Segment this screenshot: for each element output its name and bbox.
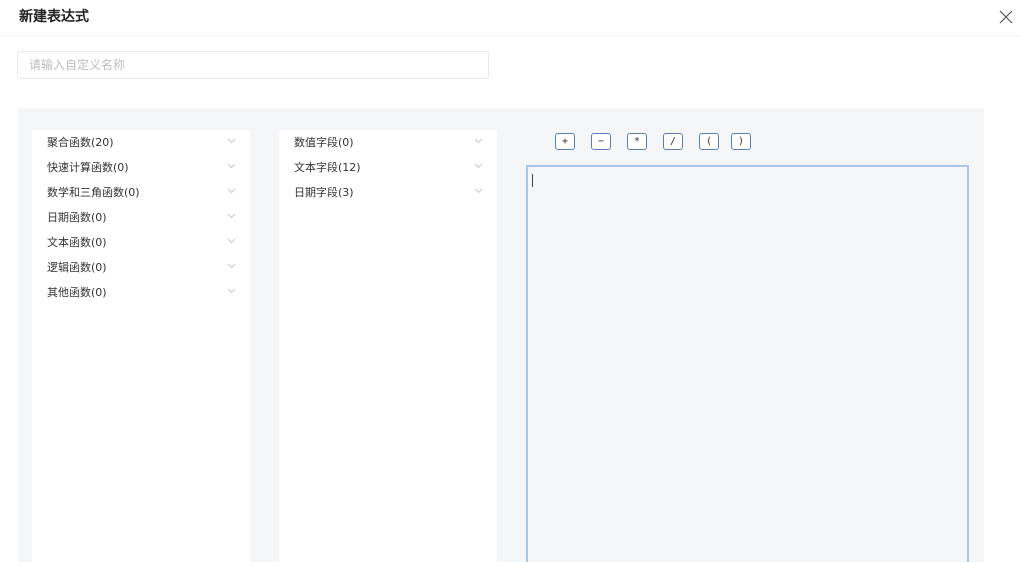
function-category-item[interactable]: 其他函数(0) (32, 280, 250, 305)
field-category-item[interactable]: 文本字段(12) (279, 155, 497, 180)
expression-workspace: 聚合函数(20) 快速计算函数(0) 数学和三角函数(0) 日期函数(0) 文本… (18, 108, 984, 562)
multiply-operator-button[interactable]: * (627, 133, 647, 150)
chevron-down-icon (474, 163, 483, 169)
category-label: 数学和三角函数(0) (47, 186, 140, 199)
expression-name-input[interactable] (17, 51, 489, 79)
function-category-panel: 聚合函数(20) 快速计算函数(0) 数学和三角函数(0) 日期函数(0) 文本… (32, 130, 250, 562)
plus-operator-button[interactable]: + (555, 133, 575, 150)
chevron-down-icon (227, 213, 236, 219)
open-paren-operator-button[interactable]: ( (699, 133, 719, 150)
category-label: 其他函数(0) (47, 286, 107, 299)
expression-editor[interactable] (526, 165, 969, 562)
category-label: 逻辑函数(0) (47, 261, 107, 274)
dialog-title: 新建表达式 (19, 9, 89, 25)
chevron-down-icon (227, 138, 236, 144)
function-category-item[interactable]: 数学和三角函数(0) (32, 180, 250, 205)
close-icon[interactable] (997, 8, 1015, 26)
dialog-header: 新建表达式 (0, 0, 1020, 36)
category-label: 聚合函数(20) (47, 136, 114, 149)
field-category-item[interactable]: 日期字段(3) (279, 180, 497, 205)
function-category-item[interactable]: 日期函数(0) (32, 205, 250, 230)
chevron-down-icon (227, 288, 236, 294)
category-label: 文本函数(0) (47, 236, 107, 249)
chevron-down-icon (474, 138, 483, 144)
chevron-down-icon (227, 263, 236, 269)
chevron-down-icon (227, 163, 236, 169)
text-caret (532, 174, 533, 187)
close-paren-operator-button[interactable]: ) (731, 133, 751, 150)
category-label: 日期字段(3) (294, 186, 354, 199)
function-category-item[interactable]: 快速计算函数(0) (32, 155, 250, 180)
function-category-item[interactable]: 文本函数(0) (32, 230, 250, 255)
category-label: 快速计算函数(0) (47, 161, 129, 174)
category-label: 日期函数(0) (47, 211, 107, 224)
chevron-down-icon (474, 188, 483, 194)
function-category-item[interactable]: 逻辑函数(0) (32, 255, 250, 280)
field-category-panel: 数值字段(0) 文本字段(12) 日期字段(3) (279, 130, 497, 562)
category-label: 文本字段(12) (294, 161, 361, 174)
field-category-item[interactable]: 数值字段(0) (279, 130, 497, 155)
category-label: 数值字段(0) (294, 136, 354, 149)
chevron-down-icon (227, 238, 236, 244)
minus-operator-button[interactable]: − (591, 133, 611, 150)
function-category-item[interactable]: 聚合函数(20) (32, 130, 250, 155)
chevron-down-icon (227, 188, 236, 194)
divide-operator-button[interactable]: / (663, 133, 683, 150)
